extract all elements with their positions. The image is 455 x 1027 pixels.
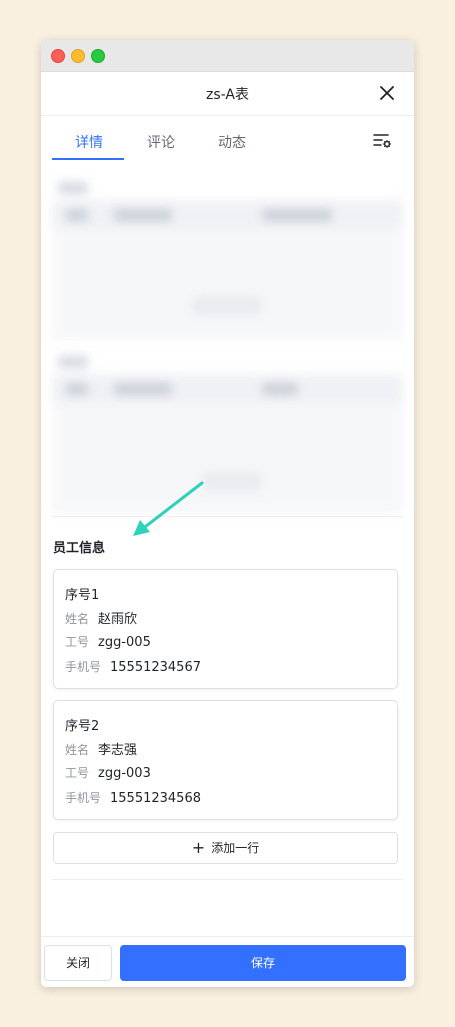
- id-value: zgg-003: [98, 766, 151, 781]
- bottom-divider: [52, 879, 403, 880]
- window-maximize-dot[interactable]: [91, 49, 105, 63]
- window-titlebar: [41, 40, 414, 72]
- list-settings-icon[interactable]: [372, 130, 392, 150]
- add-row-button[interactable]: + 添加一行: [53, 832, 398, 864]
- id-row: 工号 zgg-003: [65, 764, 151, 781]
- window-close-dot[interactable]: [51, 49, 65, 63]
- close-button[interactable]: 关闭: [44, 945, 112, 981]
- id-label: 工号: [65, 635, 90, 649]
- detail-window: zs-A表 详情 评论 动态 员工信息 序号1 姓名 赵雨欣 工号 zgg-00…: [41, 40, 414, 987]
- id-row: 工号 zgg-005: [65, 633, 151, 650]
- name-value: 李志强: [98, 743, 138, 758]
- name-label: 姓名: [65, 743, 90, 757]
- phone-row: 手机号 15551234568: [65, 789, 201, 806]
- annotation-arrow-icon: [133, 481, 204, 536]
- card-seq: 序号2: [65, 719, 100, 734]
- phone-row: 手机号 15551234567: [65, 658, 201, 675]
- panel-title: zs-A表: [206, 87, 249, 103]
- active-tab-indicator: [52, 158, 124, 160]
- section-divider: [52, 516, 403, 517]
- tab-activity[interactable]: 动态: [218, 132, 246, 152]
- name-row: 姓名 李志强: [65, 739, 137, 758]
- name-row: 姓名 赵雨欣: [65, 608, 137, 627]
- close-icon[interactable]: [378, 84, 396, 102]
- tab-bar: 详情 评论 动态: [41, 116, 414, 162]
- phone-value: 15551234567: [110, 660, 201, 675]
- name-value: 赵雨欣: [98, 612, 138, 627]
- tab-details[interactable]: 详情: [75, 132, 103, 152]
- blurred-content-area: [52, 166, 403, 514]
- id-value: zgg-005: [98, 635, 151, 650]
- card-seq: 序号1: [65, 588, 100, 603]
- phone-label: 手机号: [65, 660, 102, 674]
- section-title-employee-info: 员工信息: [53, 541, 106, 556]
- footer-bar: 关闭 保存: [41, 936, 414, 987]
- employee-card: 序号2 姓名 李志强 工号 zgg-003 手机号 15551234568: [53, 700, 398, 820]
- window-minimize-dot[interactable]: [71, 49, 85, 63]
- phone-value: 15551234568: [110, 791, 201, 806]
- panel-header: zs-A表: [41, 72, 414, 116]
- add-row-label: 添加一行: [211, 841, 260, 855]
- name-label: 姓名: [65, 612, 90, 626]
- plus-icon: +: [191, 838, 206, 857]
- phone-label: 手机号: [65, 791, 102, 805]
- id-label: 工号: [65, 766, 90, 780]
- employee-card: 序号1 姓名 赵雨欣 工号 zgg-005 手机号 15551234567: [53, 569, 398, 689]
- tab-comments[interactable]: 评论: [147, 132, 175, 152]
- save-button[interactable]: 保存: [120, 945, 406, 981]
